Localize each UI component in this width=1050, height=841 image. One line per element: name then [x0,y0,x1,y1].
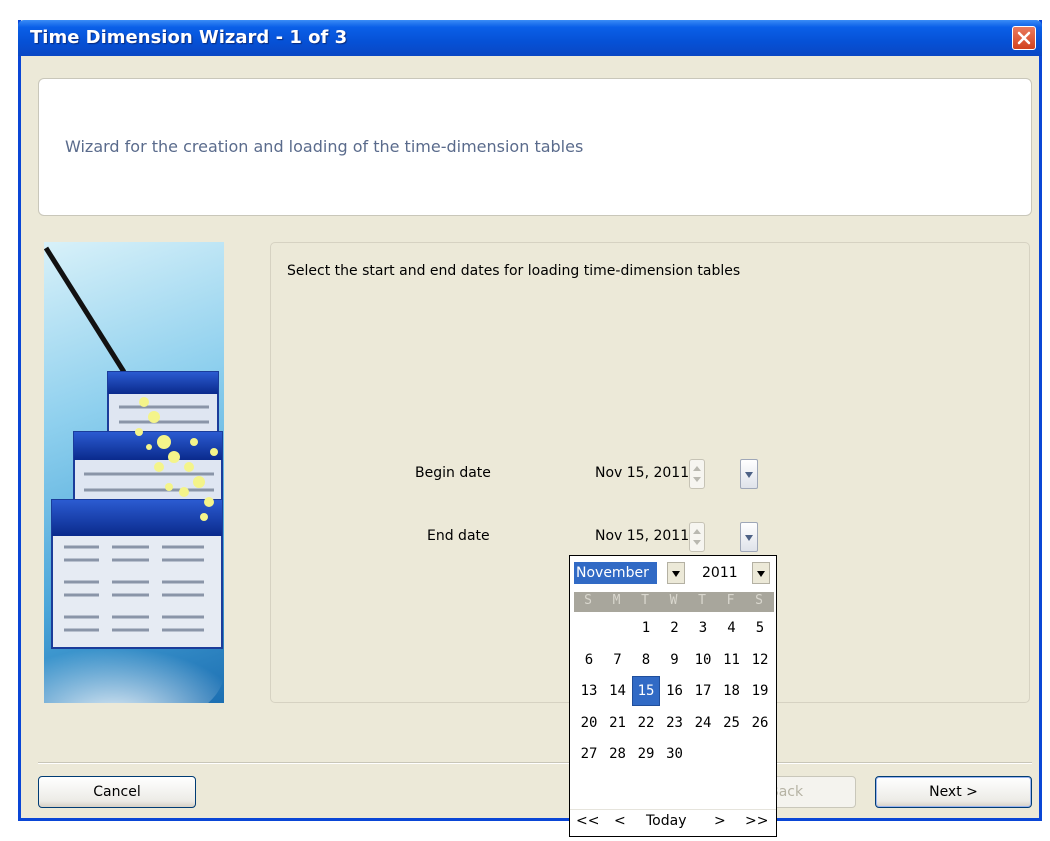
calendar-day[interactable]: 19 [747,677,773,705]
title-bar[interactable]: Time Dimension Wizard - 1 of 3 [18,20,1042,56]
first-month-button[interactable]: << [576,813,599,829]
calendar-year-select[interactable]: 2011 [702,562,738,584]
month-dropdown-icon[interactable] [667,562,685,584]
calendar-day[interactable]: 2 [662,614,688,642]
close-icon[interactable] [1012,26,1036,50]
calendar-day[interactable]: 7 [605,646,631,674]
weekday-label: S [584,593,592,608]
begin-date-value[interactable]: Nov 15, 2011 [595,465,689,481]
prev-month-button[interactable]: < [614,813,626,829]
calendar-day[interactable]: 14 [605,677,631,705]
today-button[interactable]: Today [646,813,687,829]
calendar-day[interactable]: 29 [633,740,659,768]
calendar-day[interactable]: 16 [662,677,688,705]
spin-up-icon[interactable] [693,529,701,534]
weekday-label: F [726,593,735,608]
calendar-day[interactable]: 1 [633,614,659,642]
begin-date-dropdown-button[interactable] [740,459,758,489]
calendar-popup[interactable]: November 2011 SMTWTFS 1 2 3 4 5 6 7 8 9 10 11 12 13 1… [569,555,777,837]
year-dropdown-icon[interactable] [752,562,770,584]
header-text: Wizard for the creation and loading of t… [65,137,584,156]
calendar-day[interactable]: 30 [662,740,688,768]
end-date-value[interactable]: Nov 15, 2011 [595,528,689,544]
cancel-button[interactable]: Cancel [38,776,196,808]
instruction-text: Select the start and end dates for loadi… [287,263,741,279]
calendar-day[interactable]: 18 [719,677,745,705]
calendar-day[interactable]: 6 [576,646,602,674]
calendar-day[interactable]: 10 [690,646,716,674]
calendar-month-select[interactable]: November [574,562,657,584]
calendar-day-selected[interactable]: 15 [632,676,660,706]
calendar-day[interactable]: 25 [719,709,745,737]
weekday-label: T [698,593,706,608]
calendar-day[interactable]: 12 [747,646,773,674]
end-date-label: End date [427,528,490,544]
calendar-day[interactable]: 27 [576,740,602,768]
calendar-navigation: << < Today > >> [570,809,776,834]
next-month-button[interactable]: > [714,813,726,829]
weekday-label: S [755,593,763,608]
calendar-day[interactable]: 24 [690,709,716,737]
end-date-dropdown-button[interactable] [740,522,758,552]
calendar-day[interactable]: 13 [576,677,602,705]
header-panel: Wizard for the creation and loading of t… [38,78,1032,216]
spin-down-icon[interactable] [693,540,701,545]
last-month-button[interactable]: >> [745,813,768,829]
window-title: Time Dimension Wizard - 1 of 3 [30,27,348,48]
calendar-day[interactable]: 26 [747,709,773,737]
calendar-day[interactable]: 3 [690,614,716,642]
button-separator [38,762,1032,764]
calendar-day[interactable]: 9 [662,646,688,674]
begin-date-spinner[interactable] [689,459,705,489]
next-button[interactable]: Next > [875,776,1032,808]
spin-down-icon[interactable] [693,477,701,482]
calendar-day[interactable]: 23 [662,709,688,737]
calendar-day[interactable]: 28 [605,740,631,768]
calendar-day[interactable]: 8 [633,646,659,674]
calendar-day[interactable]: 5 [747,614,773,642]
wizard-illustration [44,242,224,703]
end-date-spinner[interactable] [689,522,705,552]
calendar-day[interactable]: 22 [633,709,659,737]
calendar-day[interactable]: 17 [690,677,716,705]
weekday-label: M [612,593,621,608]
weekday-label: T [641,593,649,608]
begin-date-label: Begin date [415,465,491,481]
calendar-day[interactable]: 20 [576,709,602,737]
begin-date-picker[interactable]: Nov 15, 2011 [595,457,711,491]
spin-up-icon[interactable] [693,466,701,471]
calendar-day[interactable]: 21 [605,709,631,737]
end-date-picker[interactable]: Nov 15, 2011 [595,520,711,554]
weekday-header: SMTWTFS [574,592,774,612]
calendar-day[interactable]: 11 [719,646,745,674]
calendar-day[interactable]: 4 [719,614,745,642]
weekday-label: W [669,593,678,608]
